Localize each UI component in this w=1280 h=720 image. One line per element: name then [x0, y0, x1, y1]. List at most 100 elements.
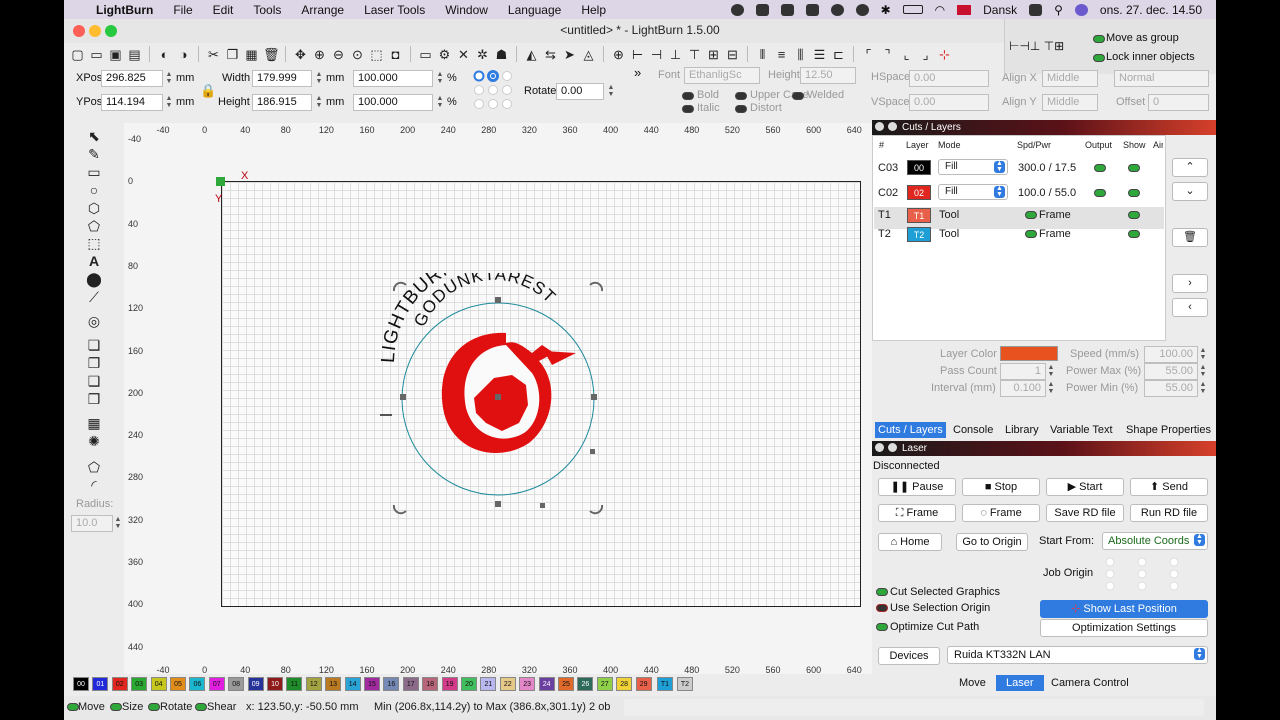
tools-icon[interactable]: ✕ [456, 47, 471, 62]
show-toggle[interactable] [1128, 211, 1140, 219]
tab-library[interactable]: Library [1002, 422, 1042, 438]
shear-toggle[interactable] [195, 703, 207, 711]
align-left-icon[interactable]: ⊢ [630, 47, 645, 62]
align-top-icon[interactable]: ⊤ [687, 47, 702, 62]
palette-swatch[interactable]: 22 [499, 677, 516, 691]
show-toggle[interactable] [1128, 164, 1140, 172]
center-icon[interactable]: ⊹ [937, 47, 952, 62]
edit-nodes-icon[interactable]: ✎ [86, 146, 102, 162]
tab-cuts-layers[interactable]: Cuts / Layers [875, 422, 946, 438]
close-icon[interactable] [875, 122, 884, 131]
aligny-select[interactable]: Middle [1042, 94, 1098, 111]
palette-swatch[interactable]: 20 [461, 677, 477, 691]
flip-icon[interactable]: ◭ [524, 47, 539, 62]
zoom-window-button[interactable] [105, 25, 117, 37]
start-from-select[interactable]: Absolute Coords ▲ ▼ [1102, 532, 1208, 550]
camera-icon[interactable]: ◘ [388, 47, 403, 62]
save-icon[interactable]: ▣ [108, 47, 123, 62]
layer-swatch[interactable]: T2 [907, 227, 931, 242]
app-menu[interactable]: LightBurn [96, 3, 153, 17]
round-corner-icon[interactable]: ◜ [86, 477, 102, 493]
save-rd-button[interactable]: Save RD file [1046, 504, 1124, 522]
palette-swatch[interactable]: 10 [267, 677, 283, 691]
device-select[interactable]: Ruida KT332N LAN ▲ ▼ [947, 646, 1208, 664]
run-rd-button[interactable]: Run RD file [1130, 504, 1208, 522]
text-tool-icon[interactable]: A [86, 253, 102, 269]
pass-count-stepper[interactable]: ▲ ▼ [1047, 364, 1055, 379]
send-icon[interactable]: ◬ [581, 47, 596, 62]
tab-console[interactable]: Console [950, 422, 996, 438]
redo-icon[interactable]: ◑ [176, 47, 191, 62]
size-toggle[interactable] [110, 703, 122, 711]
image-icon[interactable] [755, 3, 769, 16]
rotate-toggle[interactable] [148, 703, 160, 711]
frame-rect-button[interactable]: ⛶ Frame [878, 504, 956, 522]
align-middle-icon[interactable]: ⊞ [706, 47, 721, 62]
copy-icon[interactable]: ❐ [225, 47, 240, 62]
table-row[interactable]: T2 T2 Tool Frame [874, 226, 1164, 248]
palette-swatch[interactable]: 11 [286, 677, 303, 691]
palette-swatch[interactable]: 25 [558, 677, 574, 691]
person-icon[interactable]: ☗ [494, 47, 509, 62]
grid-array-icon[interactable]: ▦ [86, 415, 102, 431]
scale-height-stepper[interactable]: ▲ ▼ [436, 95, 444, 110]
distribute-h-icon[interactable]: ⫴ [755, 47, 770, 62]
open-folder-icon[interactable]: ▭ [89, 47, 104, 62]
speed-stepper[interactable]: ▲ ▼ [1199, 347, 1207, 362]
record-icon[interactable] [730, 3, 744, 16]
xpos-input[interactable]: 296.825 [101, 70, 163, 87]
zoom-out-icon[interactable]: ⊖ [331, 47, 346, 62]
radius-stepper[interactable]: ▲ ▼ [114, 516, 122, 531]
palette-swatch[interactable]: 26 [577, 677, 594, 691]
close-window-button[interactable] [73, 25, 85, 37]
zoom-selection-icon[interactable]: ⬚ [369, 47, 384, 62]
welded-toggle[interactable] [792, 92, 804, 100]
italic-toggle[interactable] [682, 105, 694, 113]
cut-selected-toggle[interactable] [876, 588, 888, 596]
nodes-icon[interactable]: ✲ [475, 47, 490, 62]
go-to-origin-button[interactable]: Go to Origin [956, 533, 1028, 551]
use-selection-origin-toggle[interactable] [876, 604, 888, 612]
zoom-page-icon[interactable]: ⊙ [350, 47, 365, 62]
ypos-stepper[interactable]: ▲ ▼ [165, 95, 173, 110]
vspace-input[interactable]: 0.00 [909, 94, 989, 111]
menu-laser-tools[interactable]: Laser Tools [364, 3, 425, 17]
layer-color-swatch[interactable] [1000, 346, 1058, 361]
palette-swatch[interactable]: 04 [150, 677, 167, 691]
anchor-grid[interactable] [473, 70, 515, 112]
close-icon[interactable] [875, 443, 884, 452]
palette-swatch[interactable]: 29 [635, 677, 652, 691]
monitor-icon[interactable]: ▭ [418, 47, 433, 62]
weld-icon[interactable]: ❏ [86, 337, 102, 353]
select-tool-icon[interactable]: ⬉ [86, 128, 102, 144]
target-icon[interactable]: ⊕ [611, 47, 626, 62]
tab-laser[interactable]: Laser [996, 675, 1044, 691]
paste-icon[interactable]: ▦ [244, 47, 259, 62]
upper-case-toggle[interactable] [735, 92, 747, 100]
output-toggle[interactable] [1094, 189, 1106, 197]
circular-array-icon[interactable]: ✺ [86, 433, 102, 449]
menu-arrange[interactable]: Arrange [301, 3, 344, 17]
width-input[interactable]: 179.999 [252, 70, 312, 87]
lock-ratio-icon[interactable]: 🔒 [200, 83, 216, 99]
width-stepper[interactable]: ▲ ▼ [315, 71, 323, 86]
optimization-settings-button[interactable]: Optimization Settings [1040, 619, 1208, 637]
xpos-stepper[interactable]: ▲ ▼ [165, 71, 173, 86]
scale-height-input[interactable]: 100.000 [353, 94, 433, 111]
palette-swatch[interactable]: 24 [538, 677, 555, 691]
scale-width-stepper[interactable]: ▲ ▼ [436, 71, 444, 86]
power-max-stepper[interactable]: ▲ ▼ [1199, 364, 1207, 379]
radius-input[interactable]: 10.0 [71, 515, 113, 532]
battery-icon[interactable] [902, 5, 923, 14]
bluetooth-icon[interactable]: ✱ [881, 3, 891, 17]
palette-swatch[interactable]: 28 [616, 677, 633, 691]
cut-mode-select[interactable]: Fill ▲ ▼ [938, 184, 1008, 200]
corner-tr-icon[interactable]: ⌝ [880, 47, 895, 62]
home-button[interactable]: ⌂ Home [878, 533, 942, 551]
design-selection[interactable]: LIGHTBURN TEST GODUNKTAREST [354, 273, 634, 523]
new-file-icon[interactable]: ▢ [70, 47, 85, 62]
bold-toggle[interactable] [682, 92, 694, 100]
corner-tl-icon[interactable]: ⌜ [861, 47, 876, 62]
menu-tools[interactable]: Tools [253, 3, 281, 17]
menu-edit[interactable]: Edit [213, 3, 234, 17]
